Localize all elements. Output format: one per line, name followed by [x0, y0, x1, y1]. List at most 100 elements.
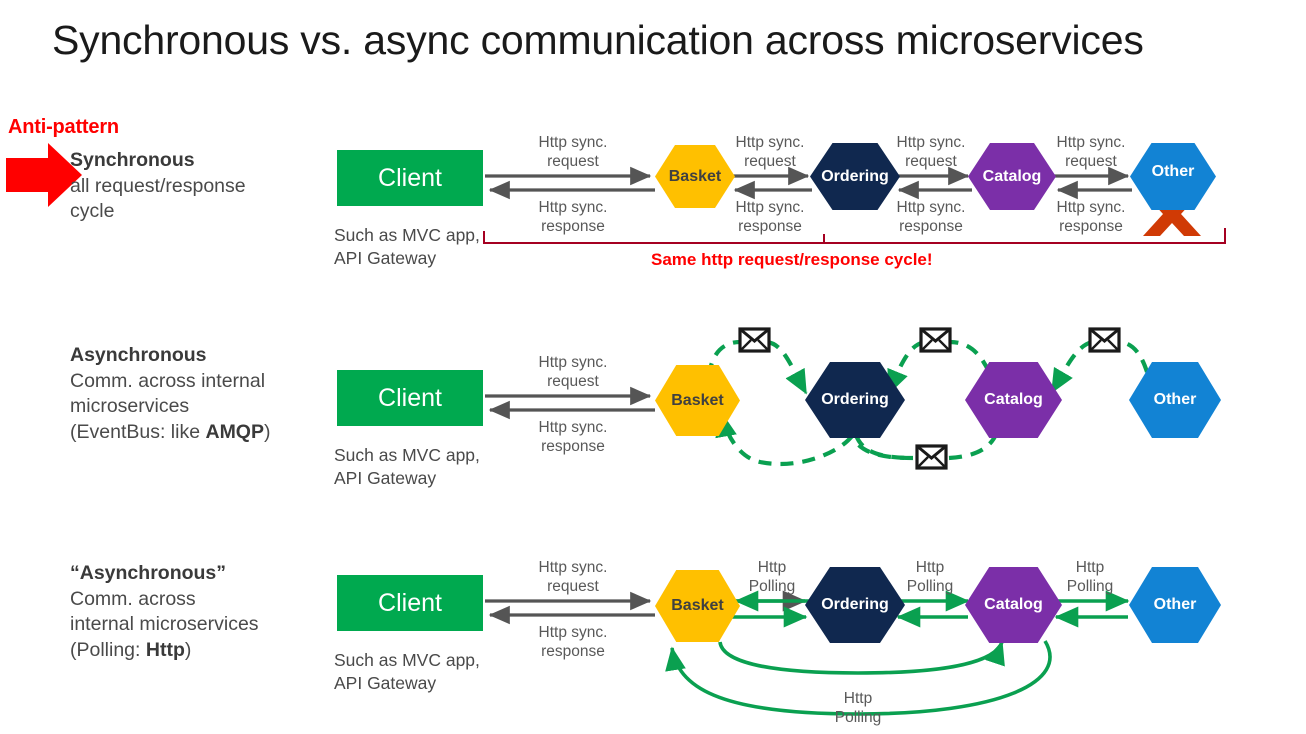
envelope-icon-3: [1088, 327, 1121, 353]
row2-body-line3-pre: (EventBus: like: [70, 420, 206, 443]
row1-heading: Synchronous: [70, 149, 195, 171]
service-hex-other-row3[interactable]: Other: [1129, 567, 1221, 643]
row1-label-block: Synchronous all request/response cycle: [70, 148, 325, 225]
client-caption-row3-line2: API Gateway: [334, 673, 437, 693]
link-basket-ordering-row1: [731, 166, 812, 200]
caption-text: Http: [843, 690, 873, 707]
caption-polling-ordering-catalog: Http Polling: [880, 558, 980, 596]
link-client-basket-row1: [485, 166, 655, 200]
caption-ordering-catalog-top-row1: Http sync. request: [866, 133, 996, 171]
row2-label-block: Asynchronous Comm. across internal micro…: [70, 343, 335, 445]
caption-text: request: [547, 153, 599, 170]
client-box-row3[interactable]: Client: [337, 575, 483, 631]
service-label-other-row1: Other: [1151, 163, 1195, 180]
caption-text: response: [541, 643, 605, 660]
service-hex-other-row2[interactable]: Other: [1129, 362, 1221, 438]
row2-body-line2: microservices: [70, 395, 190, 417]
caption-text: Http sync.: [538, 419, 608, 436]
row2-heading: Asynchronous: [70, 344, 207, 366]
caption-text: request: [547, 578, 599, 595]
page-title: Synchronous vs. async communication acro…: [52, 17, 1144, 63]
link-catalog-other-row1: [1054, 166, 1132, 200]
caption-client-basket-top-row1: Http sync. request: [508, 133, 638, 171]
caption-text: Http sync.: [896, 134, 966, 151]
caption-text: Http sync.: [735, 199, 805, 216]
envelope-icon-2: [919, 327, 952, 353]
caption-text: Http sync.: [1056, 199, 1126, 216]
caption-text: Polling: [906, 578, 954, 595]
caption-polling-catalog-other: Http Polling: [1040, 558, 1140, 596]
caption-text: request: [1065, 153, 1117, 170]
caption-text: Polling: [748, 578, 796, 595]
client-caption-row3: Such as MVC app, API Gateway: [334, 649, 534, 695]
caption-polling-long-loop: Http Polling: [808, 689, 908, 727]
service-label-ordering-row2: Ordering: [821, 391, 889, 408]
service-hex-catalog-row2[interactable]: Catalog: [965, 362, 1062, 438]
client-box-row1[interactable]: Client: [337, 150, 483, 206]
client-caption-row2-line2: API Gateway: [334, 468, 437, 488]
caption-text: Http: [915, 559, 945, 576]
caption-basket-ordering-top-row1: Http sync. request: [705, 133, 835, 171]
client-caption-row1: Such as MVC app, API Gateway: [334, 224, 534, 270]
link-client-basket-row3: [485, 591, 655, 625]
service-label-other-row3: Other: [1153, 596, 1197, 613]
row1-body-line1: all request/response: [70, 174, 246, 197]
caption-text: Http sync.: [538, 354, 608, 371]
service-label-ordering-row3: Ordering: [821, 596, 889, 613]
caption-catalog-other-bottom-row1: Http sync. response: [1026, 198, 1156, 236]
caption-text: request: [547, 373, 599, 390]
polling-arrows-row3: [730, 590, 1130, 628]
caption-ordering-catalog-bottom-row1: Http sync. response: [866, 198, 996, 236]
service-label-basket-row3: Basket: [671, 597, 724, 614]
client-label-row1: Client: [378, 163, 442, 192]
caption-text: response: [541, 218, 605, 235]
caption-client-basket-bottom-row2: Http sync. response: [508, 418, 638, 456]
caption-client-basket-bottom-row3: Http sync. response: [508, 623, 638, 661]
service-hex-basket-row2[interactable]: Basket: [655, 365, 740, 436]
client-caption-row1-line1: Such as MVC app,: [334, 225, 480, 245]
client-label-row2: Client: [378, 383, 442, 412]
caption-catalog-other-top-row1: Http sync. request: [1026, 133, 1156, 171]
service-label-catalog-row3: Catalog: [984, 596, 1043, 613]
row2-body-line3-post: ): [263, 420, 271, 443]
row2-body-line3-bold: AMQP: [205, 420, 264, 443]
caption-text: Http sync.: [538, 199, 608, 216]
caption-text: Polling: [1066, 578, 1114, 595]
caption-text: request: [905, 153, 957, 170]
client-caption-row1-line2: API Gateway: [334, 248, 437, 268]
caption-text: Http: [1075, 559, 1105, 576]
caption-text: Http sync.: [538, 559, 608, 576]
caption-basket-ordering-bottom-row1: Http sync. response: [705, 198, 835, 236]
caption-client-basket-top-row3: Http sync. request: [508, 558, 638, 596]
client-box-row2[interactable]: Client: [337, 370, 483, 426]
caption-text: Http sync.: [735, 134, 805, 151]
row3-label-block: “Asynchronous” Comm. across internal mic…: [70, 561, 340, 663]
link-client-basket-row2: [485, 386, 655, 420]
service-label-other-row2: Other: [1153, 391, 1197, 408]
row2-body-line1: Comm. across internal: [70, 369, 266, 392]
caption-text: Http sync.: [1056, 134, 1126, 151]
row1-body-line2: cycle: [70, 200, 115, 222]
caption-text: response: [738, 218, 802, 235]
row3-body-line3-post: ): [184, 638, 192, 661]
caption-text: Http sync.: [896, 199, 966, 216]
caption-text: Http sync.: [538, 134, 608, 151]
caption-text: Http: [757, 559, 787, 576]
row3-body-line1: Comm. across: [70, 587, 196, 610]
caption-text: Polling: [834, 709, 882, 726]
envelope-icon-1: [738, 327, 771, 353]
row3-body-line2: internal microservices: [70, 613, 259, 635]
client-caption-row2: Such as MVC app, API Gateway: [334, 444, 534, 490]
caption-client-basket-bottom-row1: Http sync. response: [508, 198, 638, 236]
caption-client-basket-top-row2: Http sync. request: [508, 353, 638, 391]
row3-body-line3-pre: (Polling:: [70, 638, 146, 661]
caption-text: response: [541, 438, 605, 455]
row3-body-line3-bold: Http: [145, 638, 185, 661]
link-ordering-catalog-row1: [895, 166, 972, 200]
anti-pattern-label: Anti-pattern: [8, 116, 119, 138]
client-caption-row3-line1: Such as MVC app,: [334, 650, 480, 670]
service-hex-ordering-row2[interactable]: Ordering: [805, 362, 905, 438]
caption-polling-basket-ordering: Http Polling: [722, 558, 822, 596]
same-cycle-label: Same http request/response cycle!: [651, 250, 933, 269]
eventbus-curves-row2: [706, 339, 1150, 467]
